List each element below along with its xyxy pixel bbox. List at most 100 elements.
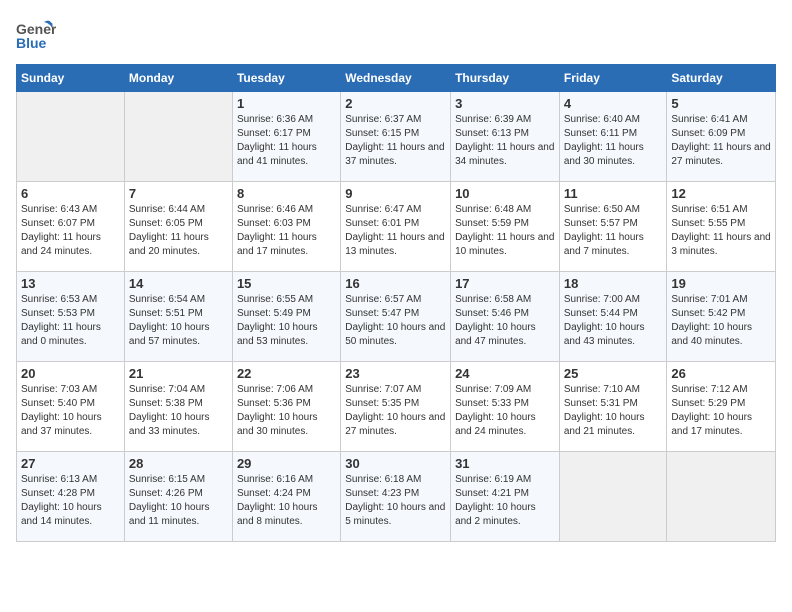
calendar-cell: 31 Sunrise: 6:19 AMSunset: 4:21 PMDayligh… <box>451 452 560 542</box>
calendar-cell: 3 Sunrise: 6:39 AMSunset: 6:13 PMDaylight… <box>451 92 560 182</box>
day-number: 7 <box>129 186 228 201</box>
calendar-cell: 28Sunrise: 6:15 AMSunset: 4:26 PMDayligh… <box>124 452 232 542</box>
calendar-cell: 30 Sunrise: 6:18 AMSunset: 4:23 PMDayligh… <box>341 452 451 542</box>
day-number: 20 <box>21 366 120 381</box>
calendar-cell: 2 Sunrise: 6:37 AMSunset: 6:15 PMDaylight… <box>341 92 451 182</box>
calendar-cell: 6 Sunrise: 6:43 AMSunset: 6:07 PMDaylight… <box>17 182 125 272</box>
day-number: 17 <box>455 276 555 291</box>
calendar-cell: 22 Sunrise: 7:06 AMSunset: 5:36 PMDayligh… <box>232 362 340 452</box>
calendar-cell: 24 Sunrise: 7:09 AMSunset: 5:33 PMDayligh… <box>451 362 560 452</box>
day-header-thursday: Thursday <box>451 65 560 92</box>
calendar-cell: 21 Sunrise: 7:04 AMSunset: 5:38 PMDayligh… <box>124 362 232 452</box>
day-info: Sunrise: 7:04 AMSunset: 5:38 PMDaylight:… <box>129 383 228 439</box>
day-info: Sunrise: 6:53 AMSunset: 5:53 PMDaylight:… <box>21 293 120 349</box>
day-info: Sunrise: 7:07 AMSunset: 5:35 PMDaylight:… <box>345 383 446 439</box>
day-number: 24 <box>455 366 555 381</box>
calendar-cell: 15 Sunrise: 6:55 AMSunset: 5:49 PMDayligh… <box>232 272 340 362</box>
day-number: 11 <box>564 186 663 201</box>
day-info: Sunrise: 7:06 AMSunset: 5:36 PMDaylight:… <box>237 383 336 439</box>
day-number: 10 <box>455 186 555 201</box>
day-info: Sunrise: 6:55 AMSunset: 5:49 PMDaylight:… <box>237 293 336 349</box>
day-info: Sunrise: 6:57 AMSunset: 5:47 PMDaylight:… <box>345 293 446 349</box>
day-info: Sunrise: 6:16 AMSunset: 4:24 PMDaylight:… <box>237 473 336 529</box>
day-number: 16 <box>345 276 446 291</box>
day-number: 23 <box>345 366 446 381</box>
calendar-cell: 10 Sunrise: 6:48 AMSunset: 5:59 PMDayligh… <box>451 182 560 272</box>
calendar-cell: 25 Sunrise: 7:10 AMSunset: 5:31 PMDayligh… <box>559 362 667 452</box>
day-info: Sunrise: 7:12 AMSunset: 5:29 PMDaylight:… <box>671 383 771 439</box>
day-number: 15 <box>237 276 336 291</box>
day-header-saturday: Saturday <box>667 65 776 92</box>
day-number: 2 <box>345 96 446 111</box>
day-info: Sunrise: 7:10 AMSunset: 5:31 PMDaylight:… <box>564 383 663 439</box>
day-header-wednesday: Wednesday <box>341 65 451 92</box>
calendar-cell: 23 Sunrise: 7:07 AMSunset: 5:35 PMDayligh… <box>341 362 451 452</box>
day-number: 26 <box>671 366 771 381</box>
day-info: Sunrise: 6:13 AMSunset: 4:28 PMDaylight:… <box>21 473 120 529</box>
day-number: 4 <box>564 96 663 111</box>
day-info: Sunrise: 6:40 AMSunset: 6:11 PMDaylight:… <box>564 113 663 169</box>
calendar-cell: 27 Sunrise: 6:13 AMSunset: 4:28 PMDayligh… <box>17 452 125 542</box>
day-number: 25 <box>564 366 663 381</box>
day-number: 9 <box>345 186 446 201</box>
calendar-cell <box>667 452 776 542</box>
logo: General Blue <box>16 16 56 56</box>
day-number: 30 <box>345 456 446 471</box>
logo-icon: General Blue <box>16 16 56 56</box>
day-info: Sunrise: 7:09 AMSunset: 5:33 PMDaylight:… <box>455 383 555 439</box>
calendar-cell: 16 Sunrise: 6:57 AMSunset: 5:47 PMDayligh… <box>341 272 451 362</box>
calendar-cell: 8Sunrise: 6:46 AMSunset: 6:03 PMDaylight… <box>232 182 340 272</box>
day-number: 27 <box>21 456 120 471</box>
calendar-cell: 29 Sunrise: 6:16 AMSunset: 4:24 PMDayligh… <box>232 452 340 542</box>
calendar-cell: 5Sunrise: 6:41 AMSunset: 6:09 PMDaylight… <box>667 92 776 182</box>
day-info: Sunrise: 6:19 AMSunset: 4:21 PMDaylight:… <box>455 473 555 529</box>
calendar-cell: 18 Sunrise: 7:00 AMSunset: 5:44 PMDayligh… <box>559 272 667 362</box>
day-number: 28 <box>129 456 228 471</box>
week-row-1: 1 Sunrise: 6:36 AMSunset: 6:17 PMDaylight… <box>17 92 776 182</box>
day-number: 19 <box>671 276 771 291</box>
calendar-cell: 13 Sunrise: 6:53 AMSunset: 5:53 PMDayligh… <box>17 272 125 362</box>
svg-text:Blue: Blue <box>16 35 47 51</box>
day-info: Sunrise: 6:48 AMSunset: 5:59 PMDaylight:… <box>455 203 555 259</box>
day-info: Sunrise: 7:01 AMSunset: 5:42 PMDaylight:… <box>671 293 771 349</box>
calendar-table: SundayMondayTuesdayWednesdayThursdayFrid… <box>16 64 776 542</box>
day-info: Sunrise: 6:58 AMSunset: 5:46 PMDaylight:… <box>455 293 555 349</box>
day-info: Sunrise: 7:00 AMSunset: 5:44 PMDaylight:… <box>564 293 663 349</box>
calendar-cell <box>17 92 125 182</box>
calendar-cell: 17 Sunrise: 6:58 AMSunset: 5:46 PMDayligh… <box>451 272 560 362</box>
calendar-cell: 4 Sunrise: 6:40 AMSunset: 6:11 PMDaylight… <box>559 92 667 182</box>
day-info: Sunrise: 6:39 AMSunset: 6:13 PMDaylight:… <box>455 113 555 169</box>
day-number: 6 <box>21 186 120 201</box>
day-number: 14 <box>129 276 228 291</box>
day-info: Sunrise: 6:18 AMSunset: 4:23 PMDaylight:… <box>345 473 446 529</box>
calendar-cell: 19 Sunrise: 7:01 AMSunset: 5:42 PMDayligh… <box>667 272 776 362</box>
day-info: Sunrise: 6:37 AMSunset: 6:15 PMDaylight:… <box>345 113 446 169</box>
calendar-cell: 12Sunrise: 6:51 AMSunset: 5:55 PMDayligh… <box>667 182 776 272</box>
calendar-cell: 14Sunrise: 6:54 AMSunset: 5:51 PMDayligh… <box>124 272 232 362</box>
day-number: 8 <box>237 186 336 201</box>
day-info: Sunrise: 6:47 AMSunset: 6:01 PMDaylight:… <box>345 203 446 259</box>
days-header-row: SundayMondayTuesdayWednesdayThursdayFrid… <box>17 65 776 92</box>
day-number: 22 <box>237 366 336 381</box>
day-number: 29 <box>237 456 336 471</box>
day-header-friday: Friday <box>559 65 667 92</box>
day-number: 12 <box>671 186 771 201</box>
day-info: Sunrise: 6:44 AMSunset: 6:05 PMDaylight:… <box>129 203 228 259</box>
week-row-3: 13 Sunrise: 6:53 AMSunset: 5:53 PMDayligh… <box>17 272 776 362</box>
day-number: 21 <box>129 366 228 381</box>
day-number: 1 <box>237 96 336 111</box>
calendar-cell: 9 Sunrise: 6:47 AMSunset: 6:01 PMDaylight… <box>341 182 451 272</box>
day-number: 18 <box>564 276 663 291</box>
day-header-sunday: Sunday <box>17 65 125 92</box>
week-row-5: 27 Sunrise: 6:13 AMSunset: 4:28 PMDayligh… <box>17 452 776 542</box>
calendar-cell: 26 Sunrise: 7:12 AMSunset: 5:29 PMDayligh… <box>667 362 776 452</box>
day-info: Sunrise: 6:43 AMSunset: 6:07 PMDaylight:… <box>21 203 120 259</box>
calendar-cell: 1 Sunrise: 6:36 AMSunset: 6:17 PMDaylight… <box>232 92 340 182</box>
day-number: 31 <box>455 456 555 471</box>
day-number: 3 <box>455 96 555 111</box>
day-info: Sunrise: 6:36 AMSunset: 6:17 PMDaylight:… <box>237 113 336 169</box>
week-row-4: 20Sunrise: 7:03 AMSunset: 5:40 PMDayligh… <box>17 362 776 452</box>
day-info: Sunrise: 6:50 AMSunset: 5:57 PMDaylight:… <box>564 203 663 259</box>
day-number: 13 <box>21 276 120 291</box>
day-info: Sunrise: 6:41 AMSunset: 6:09 PMDaylight:… <box>671 113 771 169</box>
